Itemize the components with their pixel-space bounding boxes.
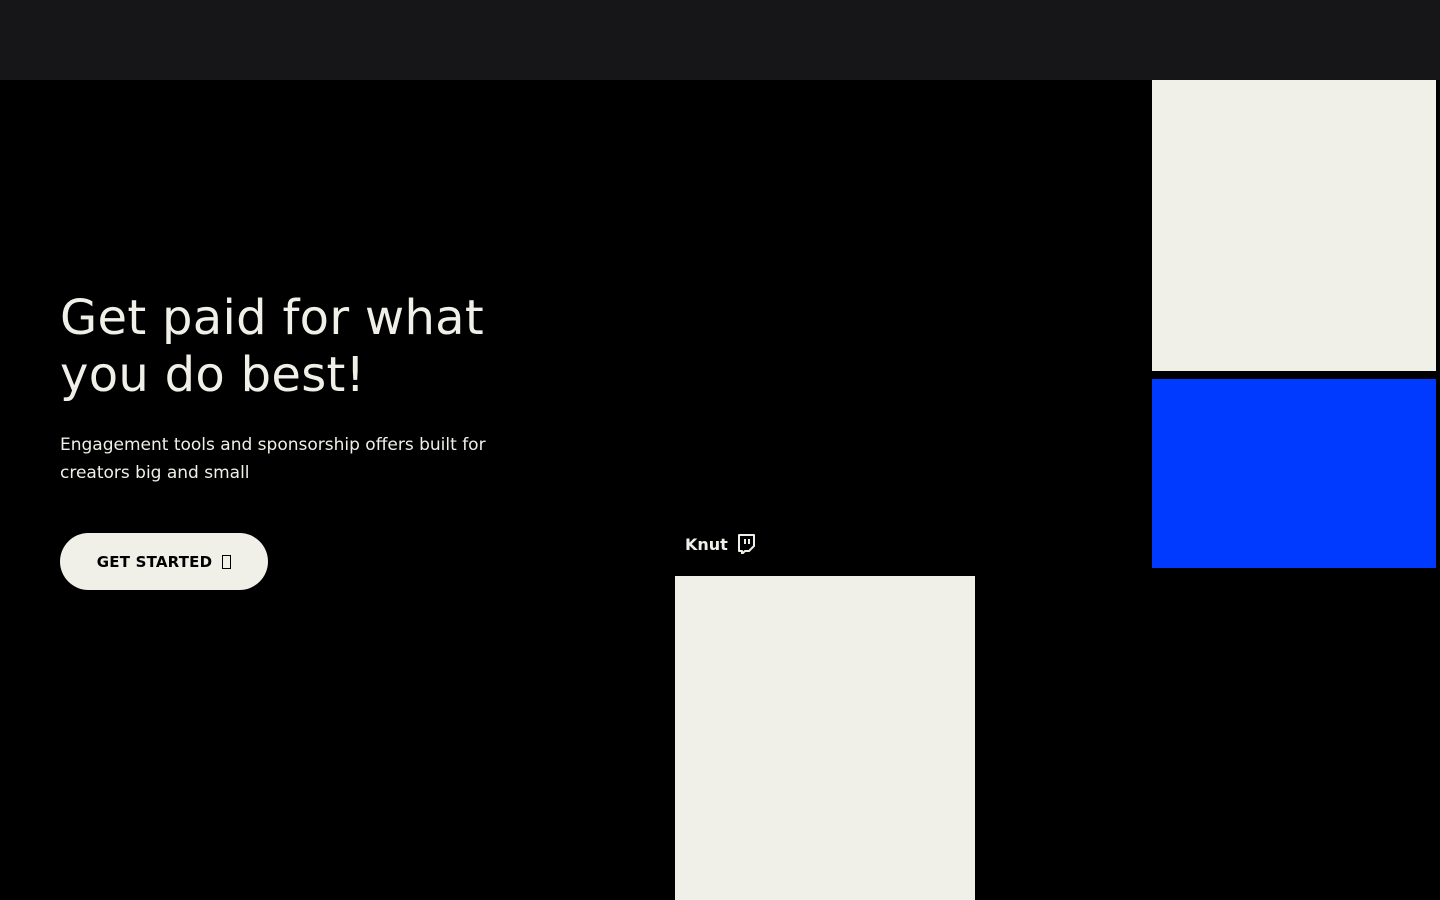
arrow-right-icon (222, 554, 232, 569)
hero-title-line-2: you do best! (60, 347, 366, 403)
media-card-top-right (1152, 80, 1436, 371)
twitch-icon (737, 534, 755, 555)
creator-name: Knut (685, 534, 728, 554)
get-started-button[interactable]: GET STARTED (60, 533, 268, 590)
hero-title-line-1: Get paid for what (60, 290, 485, 346)
get-started-label: GET STARTED (96, 552, 213, 571)
hero-section: Get paid for what you do best! Engagemen… (60, 290, 580, 487)
creator-tag[interactable]: Knut (685, 534, 755, 555)
hero-subtitle: Engagement tools and sponsorship offers … (60, 435, 486, 483)
hero-title: Get paid for what you do best! (60, 290, 580, 404)
creator-media-card (675, 576, 975, 900)
top-navigation-bar (0, 0, 1440, 80)
media-card-blue (1152, 379, 1436, 568)
